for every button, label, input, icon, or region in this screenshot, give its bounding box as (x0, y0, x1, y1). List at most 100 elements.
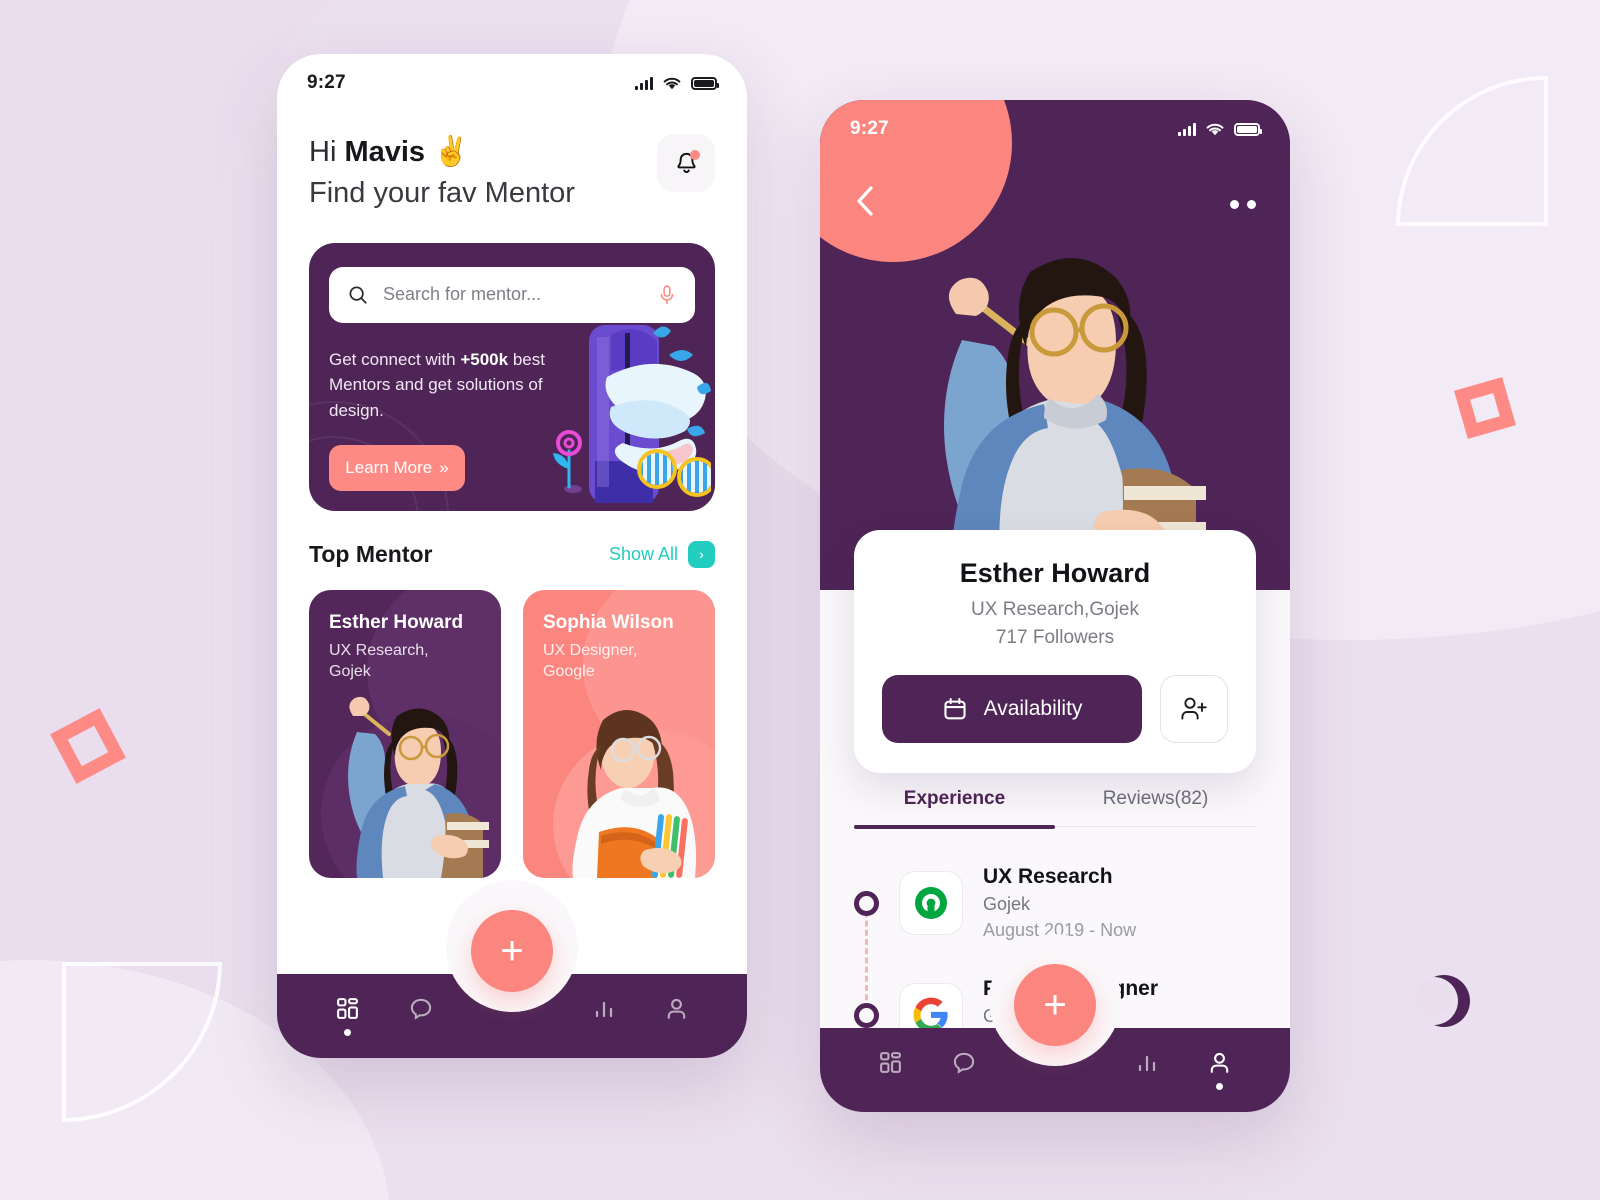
battery-icon (1234, 122, 1262, 136)
phone-mentor-profile-screen: 9:27 Experience Reviews(82) UX Research … (820, 100, 1290, 1112)
show-all-button[interactable]: Show All › (608, 540, 715, 568)
mentor-role: UX Research,Gojek (971, 599, 1139, 620)
status-bar: 9:27 (820, 100, 1290, 158)
mentor-company: Gojek (329, 663, 371, 681)
profile-actions: Availability (882, 675, 1228, 743)
add-person-button[interactable] (1160, 675, 1228, 743)
bottom-nav-wrapper: + (820, 934, 1290, 1112)
nav-item-profile[interactable] (640, 996, 713, 1036)
notification-button[interactable] (657, 134, 715, 192)
nav-item-dashboard[interactable] (854, 1050, 927, 1090)
back-button[interactable] (854, 184, 876, 224)
notification-badge-dot (690, 150, 700, 160)
page-title: Find your fav Mentor (309, 176, 575, 209)
nav-item-chat[interactable] (384, 996, 457, 1037)
user-profile-icon (1210, 1052, 1229, 1073)
promo-card: Search for mentor... Get connect with +5… (309, 242, 715, 511)
plus-icon: + (1043, 983, 1067, 1027)
more-options-button[interactable] (1230, 199, 1256, 209)
promo-text-highlight: +500k (460, 349, 509, 369)
nav-item-stats[interactable] (1110, 1051, 1183, 1090)
bar-chart-icon (595, 1001, 612, 1017)
battery-icon (691, 76, 719, 90)
bottom-nav-items (277, 974, 747, 1058)
follower-count: 717 Followers (995, 627, 1115, 648)
wifi-icon (663, 77, 681, 89)
peace-hand-emoji-icon: ✌️ (433, 136, 470, 168)
cellular-signal-icon (1178, 122, 1196, 136)
decorative-crescent-top-left (90, 90, 130, 142)
mentor-role: UX Research, Gojek (329, 640, 481, 683)
greeting-block: Hi Mavis ✌️ Find your fav Mentor (309, 134, 575, 213)
chevron-left-icon (857, 186, 873, 216)
nav-item-dashboard[interactable] (311, 996, 384, 1036)
greeting-name: Mavis (344, 136, 426, 168)
mentor-name: Sophia Wilson (543, 611, 674, 633)
mentor-card[interactable]: Sophia Wilson UX Designer, Google (523, 589, 715, 878)
greeting-prefix: Hi (309, 136, 345, 168)
nav-active-dot (1216, 1083, 1223, 1090)
more-options-icon (1247, 199, 1256, 209)
tab-experience[interactable]: Experience (854, 788, 1055, 829)
bottom-nav-items (820, 1028, 1290, 1112)
profile-tabs: Experience Reviews(82) (854, 788, 1256, 829)
mentor-company: Google (543, 663, 595, 681)
microphone-icon[interactable] (657, 284, 677, 306)
calendar-icon (944, 698, 966, 720)
search-icon (349, 286, 367, 304)
user-profile-icon (667, 998, 686, 1019)
nav-item-profile[interactable] (1183, 1050, 1256, 1090)
decorative-square-left (50, 708, 126, 784)
show-all-label: Show All (608, 543, 678, 564)
chat-bubble-icon (953, 1052, 974, 1074)
profile-hero: 9:27 (820, 100, 1290, 590)
nav-item-stats[interactable] (567, 997, 640, 1036)
company-logo (899, 871, 963, 935)
mentor-role: UX Designer, Google (543, 640, 695, 683)
grid-dashboard-icon (337, 998, 358, 1019)
bottom-nav-wrapper: + (277, 880, 747, 1058)
cellular-signal-icon (635, 76, 653, 90)
tab-reviews[interactable]: Reviews(82) (1055, 788, 1256, 826)
profile-top-bar (820, 158, 1290, 224)
crescent-shape-icon (90, 90, 130, 142)
mentor-card-list: Esther Howard UX Research, Gojek Sophia … (309, 589, 715, 878)
mentor-role-line1: UX Designer, (543, 641, 638, 659)
experience-title: UX Research (983, 865, 1113, 888)
mentor-name: Esther Howard (329, 611, 464, 633)
search-input[interactable]: Search for mentor... (383, 284, 643, 305)
plus-icon: + (500, 929, 524, 973)
experience-text: UX Research Gojek August 2019 - Now (983, 865, 1136, 941)
gojek-logo-icon (915, 887, 947, 919)
nav-item-chat[interactable] (927, 1050, 1000, 1091)
more-options-icon (1230, 199, 1239, 209)
top-mentor-section-header: Top Mentor Show All › (309, 540, 715, 568)
crescent-shape-icon (1434, 975, 1470, 1027)
bar-chart-icon (1138, 1055, 1155, 1071)
home-header: Hi Mavis ✌️ Find your fav Mentor (277, 112, 747, 213)
mentor-role-line1: UX Research, (329, 641, 429, 659)
wifi-icon (1206, 123, 1224, 135)
mentor-photo (348, 696, 489, 878)
availability-button[interactable]: Availability (882, 675, 1142, 743)
experience-item[interactable]: UX Research Gojek August 2019 - Now (854, 865, 1256, 941)
mentor-profile-card: Esther Howard UX Research,Gojek 717 Foll… (854, 530, 1256, 773)
promo-description: Get connect with +500k best Mentors and … (329, 347, 559, 424)
status-time: 9:27 (307, 72, 346, 93)
learn-more-label: Learn More (345, 458, 433, 478)
double-chevron-right-icon: » (439, 458, 449, 478)
chat-bubble-icon (410, 998, 431, 1020)
search-bar[interactable]: Search for mentor... (329, 266, 695, 323)
experience-company: Gojek (983, 894, 1031, 914)
greeting-line: Hi Mavis ✌️ (309, 134, 575, 172)
status-time: 9:27 (850, 118, 889, 139)
mentor-photo (572, 709, 696, 878)
section-title: Top Mentor (309, 540, 433, 567)
mentor-card[interactable]: Esther Howard UX Research, Gojek (309, 589, 501, 878)
nav-active-dot (344, 1029, 351, 1036)
status-bar: 9:27 (277, 54, 747, 112)
screenshot-canvas: 9:27 Hi Mavis ✌️ Find your fav Mentor Se… (0, 0, 1600, 1200)
timeline-node (854, 890, 879, 916)
learn-more-button[interactable]: Learn More » (329, 445, 465, 492)
phone-home-screen: 9:27 Hi Mavis ✌️ Find your fav Mentor Se… (277, 54, 747, 1058)
